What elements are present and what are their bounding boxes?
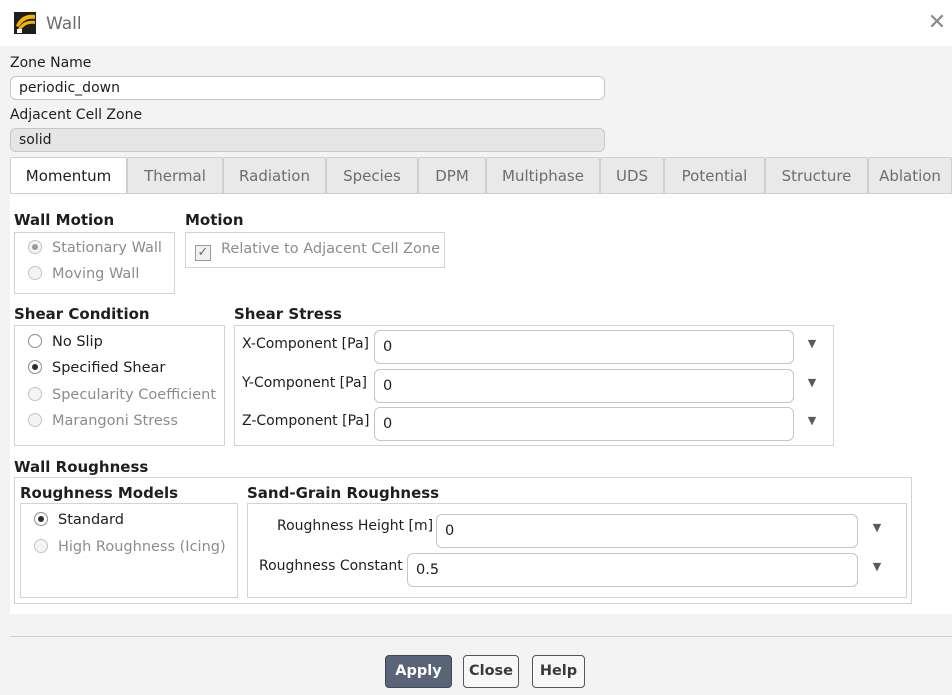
- specified-shear-radio[interactable]: Specified Shear: [28, 360, 165, 376]
- tab-structure[interactable]: Structure: [765, 157, 868, 193]
- marangoni-stress-label: Marangoni Stress: [52, 413, 178, 429]
- x-component-dropdown-icon[interactable]: ▼: [800, 337, 824, 357]
- wall-roughness-title: Wall Roughness: [14, 458, 149, 476]
- check-icon: ✓: [195, 245, 211, 261]
- specularity-coefficient-radio: Specularity Coefficient: [28, 387, 216, 403]
- zone-name-field[interactable]: periodic_down: [10, 76, 605, 100]
- tab-ablation[interactable]: Ablation: [868, 157, 952, 193]
- y-component-field[interactable]: 0: [374, 369, 794, 403]
- roughness-constant-field[interactable]: 0.5: [407, 553, 858, 587]
- radio-indicator: [34, 512, 48, 526]
- radio-indicator: [28, 360, 42, 374]
- x-component-label: X-Component [Pa]: [242, 336, 369, 352]
- y-component-label: Y-Component [Pa]: [242, 375, 367, 391]
- shear-condition-title: Shear Condition: [14, 305, 150, 323]
- specularity-coefficient-label: Specularity Coefficient: [52, 387, 217, 403]
- radio-indicator: [28, 240, 42, 254]
- z-component-label: Z-Component [Pa]: [242, 413, 370, 429]
- zone-name-label: Zone Name: [10, 55, 92, 71]
- roughness-height-dropdown-icon[interactable]: ▼: [865, 521, 889, 541]
- tab-thermal[interactable]: Thermal: [127, 157, 223, 193]
- close-button[interactable]: Close: [463, 655, 519, 688]
- z-component-dropdown-icon[interactable]: ▼: [800, 414, 824, 434]
- moving-wall-label: Moving Wall: [52, 266, 140, 282]
- stationary-wall-label: Stationary Wall: [52, 240, 162, 256]
- radio-indicator: [28, 334, 42, 348]
- shear-stress-title: Shear Stress: [234, 305, 342, 323]
- moving-wall-radio: Moving Wall: [28, 266, 139, 282]
- wall-motion-title: Wall Motion: [14, 211, 115, 229]
- adjacent-cell-zone-field: solid: [10, 128, 605, 152]
- standard-radio[interactable]: Standard: [34, 512, 124, 528]
- footer-divider: [10, 636, 952, 637]
- high-roughness-label: High Roughness (Icing): [58, 539, 226, 555]
- adjacent-cell-zone-label: Adjacent Cell Zone: [10, 107, 143, 123]
- window-title: Wall: [46, 14, 82, 34]
- tab-dpm[interactable]: DPM: [418, 157, 486, 193]
- y-component-dropdown-icon[interactable]: ▼: [800, 376, 824, 396]
- radio-indicator: [34, 539, 48, 553]
- roughness-models-title: Roughness Models: [20, 484, 179, 502]
- x-component-field[interactable]: 0: [374, 330, 794, 364]
- tab-species[interactable]: Species: [326, 157, 418, 193]
- no-slip-radio[interactable]: No Slip: [28, 334, 103, 350]
- high-roughness-radio: High Roughness (Icing): [34, 539, 226, 555]
- no-slip-label: No Slip: [52, 334, 103, 350]
- ansys-fluent-logo-icon: [14, 12, 36, 34]
- relative-to-adjacent-checkbox: ✓ Relative to Adjacent Cell Zone: [195, 241, 440, 261]
- roughness-constant-dropdown-icon[interactable]: ▼: [865, 560, 889, 580]
- title-bar: Wall ✕: [0, 0, 952, 46]
- tab-momentum[interactable]: Momentum: [10, 157, 127, 194]
- close-window-icon[interactable]: ✕: [922, 8, 952, 38]
- roughness-height-label: Roughness Height [m]: [277, 518, 434, 534]
- tab-radiation[interactable]: Radiation: [223, 157, 326, 193]
- radio-indicator: [28, 387, 42, 401]
- z-component-field[interactable]: 0: [374, 407, 794, 441]
- sand-grain-roughness-title: Sand-Grain Roughness: [247, 484, 440, 502]
- roughness-constant-label: Roughness Constant: [259, 558, 403, 574]
- specified-shear-label: Specified Shear: [52, 360, 166, 376]
- help-button[interactable]: Help: [532, 655, 585, 688]
- standard-label: Standard: [58, 512, 124, 528]
- relative-to-adjacent-label: Relative to Adjacent Cell Zone: [221, 241, 441, 257]
- tab-uds[interactable]: UDS: [600, 157, 664, 193]
- tab-multiphase[interactable]: Multiphase: [486, 157, 600, 193]
- roughness-height-field[interactable]: 0: [436, 514, 858, 548]
- tab-potential[interactable]: Potential: [664, 157, 765, 193]
- marangoni-stress-radio: Marangoni Stress: [28, 413, 178, 429]
- radio-indicator: [28, 413, 42, 427]
- stationary-wall-radio: Stationary Wall: [28, 240, 162, 256]
- radio-indicator: [28, 266, 42, 280]
- motion-title: Motion: [185, 211, 244, 229]
- apply-button[interactable]: Apply: [385, 655, 452, 688]
